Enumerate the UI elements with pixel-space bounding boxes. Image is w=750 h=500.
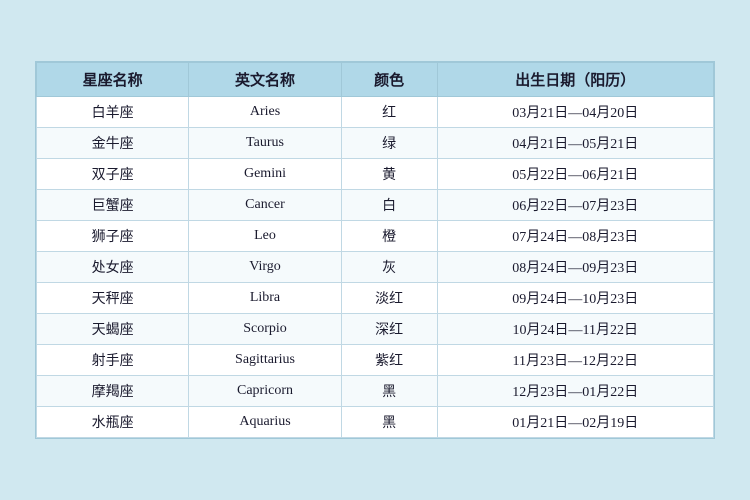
cell-0: 巨蟹座 — [37, 190, 189, 221]
cell-3: 05月22日—06月21日 — [437, 159, 713, 190]
header-dates: 出生日期（阳历） — [437, 63, 713, 97]
cell-3: 11月23日—12月22日 — [437, 345, 713, 376]
cell-0: 处女座 — [37, 252, 189, 283]
cell-2: 紫红 — [341, 345, 437, 376]
table-row: 天蝎座Scorpio深红10月24日—11月22日 — [37, 314, 714, 345]
table-row: 狮子座Leo橙07月24日—08月23日 — [37, 221, 714, 252]
cell-0: 天秤座 — [37, 283, 189, 314]
cell-1: Cancer — [189, 190, 341, 221]
cell-3: 06月22日—07月23日 — [437, 190, 713, 221]
cell-2: 黑 — [341, 407, 437, 438]
cell-0: 白羊座 — [37, 97, 189, 128]
cell-2: 红 — [341, 97, 437, 128]
table-header-row: 星座名称 英文名称 颜色 出生日期（阳历） — [37, 63, 714, 97]
cell-2: 灰 — [341, 252, 437, 283]
table-row: 白羊座Aries红03月21日—04月20日 — [37, 97, 714, 128]
zodiac-table: 星座名称 英文名称 颜色 出生日期（阳历） 白羊座Aries红03月21日—04… — [36, 62, 714, 438]
cell-2: 深红 — [341, 314, 437, 345]
cell-2: 白 — [341, 190, 437, 221]
cell-3: 10月24日—11月22日 — [437, 314, 713, 345]
cell-1: Scorpio — [189, 314, 341, 345]
header-color: 颜色 — [341, 63, 437, 97]
cell-2: 淡红 — [341, 283, 437, 314]
cell-1: Sagittarius — [189, 345, 341, 376]
cell-1: Libra — [189, 283, 341, 314]
table-row: 天秤座Libra淡红09月24日—10月23日 — [37, 283, 714, 314]
cell-0: 摩羯座 — [37, 376, 189, 407]
table-row: 双子座Gemini黄05月22日—06月21日 — [37, 159, 714, 190]
cell-0: 双子座 — [37, 159, 189, 190]
cell-1: Capricorn — [189, 376, 341, 407]
table-row: 摩羯座Capricorn黑12月23日—01月22日 — [37, 376, 714, 407]
cell-3: 07月24日—08月23日 — [437, 221, 713, 252]
cell-2: 橙 — [341, 221, 437, 252]
table-row: 处女座Virgo灰08月24日—09月23日 — [37, 252, 714, 283]
cell-2: 黄 — [341, 159, 437, 190]
cell-1: Gemini — [189, 159, 341, 190]
cell-0: 天蝎座 — [37, 314, 189, 345]
table-body: 白羊座Aries红03月21日—04月20日金牛座Taurus绿04月21日—0… — [37, 97, 714, 438]
cell-0: 水瓶座 — [37, 407, 189, 438]
table-row: 巨蟹座Cancer白06月22日—07月23日 — [37, 190, 714, 221]
table-row: 金牛座Taurus绿04月21日—05月21日 — [37, 128, 714, 159]
cell-1: Aries — [189, 97, 341, 128]
cell-1: Leo — [189, 221, 341, 252]
cell-3: 12月23日—01月22日 — [437, 376, 713, 407]
cell-2: 绿 — [341, 128, 437, 159]
cell-1: Taurus — [189, 128, 341, 159]
header-english-name: 英文名称 — [189, 63, 341, 97]
cell-3: 09月24日—10月23日 — [437, 283, 713, 314]
cell-0: 射手座 — [37, 345, 189, 376]
table-row: 水瓶座Aquarius黑01月21日—02月19日 — [37, 407, 714, 438]
cell-3: 08月24日—09月23日 — [437, 252, 713, 283]
cell-3: 01月21日—02月19日 — [437, 407, 713, 438]
cell-3: 04月21日—05月21日 — [437, 128, 713, 159]
cell-1: Virgo — [189, 252, 341, 283]
header-chinese-name: 星座名称 — [37, 63, 189, 97]
cell-1: Aquarius — [189, 407, 341, 438]
table-row: 射手座Sagittarius紫红11月23日—12月22日 — [37, 345, 714, 376]
cell-3: 03月21日—04月20日 — [437, 97, 713, 128]
cell-2: 黑 — [341, 376, 437, 407]
zodiac-table-container: 星座名称 英文名称 颜色 出生日期（阳历） 白羊座Aries红03月21日—04… — [35, 61, 715, 439]
cell-0: 金牛座 — [37, 128, 189, 159]
cell-0: 狮子座 — [37, 221, 189, 252]
